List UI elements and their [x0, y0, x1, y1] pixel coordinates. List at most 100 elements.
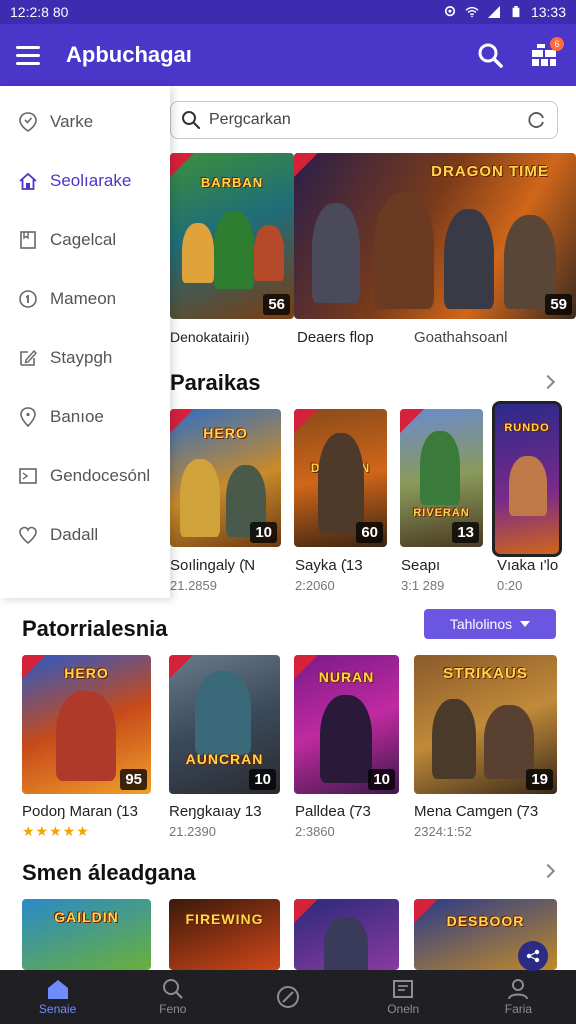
- rating-stars: ★★★★★: [22, 823, 90, 839]
- game-art-title: FIREWING: [185, 911, 264, 927]
- featured-number: 56: [263, 294, 290, 315]
- status-bar: 12:2:8 80 13:33: [0, 0, 576, 24]
- refresh-icon[interactable]: [527, 110, 547, 130]
- search-icon: [182, 111, 201, 130]
- section-title: Paraikas: [170, 370, 261, 395]
- chevron-right-icon[interactable]: [540, 863, 556, 879]
- game-number: 60: [356, 522, 383, 543]
- profile-icon: [508, 979, 529, 1000]
- featured-caption: Deaers flop: [297, 329, 374, 346]
- game-card[interactable]: RIVERAN 13: [400, 409, 483, 547]
- battery-icon: [512, 6, 520, 18]
- game-meta: 21.2859: [170, 578, 217, 593]
- drawer-item-label: Cagelcal: [50, 229, 117, 249]
- navigation-drawer: Varke Seolıarake Cagelcal Mameon Staypgh…: [0, 86, 170, 598]
- game-art-title: RUNDO: [504, 422, 550, 434]
- game-art-title: RIVERAN: [413, 507, 470, 519]
- nav-label: Feno: [159, 1002, 187, 1016]
- nav-home[interactable]: Senaie: [0, 970, 115, 1024]
- pin-icon: [20, 406, 36, 427]
- game-number: 19: [526, 769, 553, 790]
- featured-caption: Denokatairiı): [170, 329, 250, 345]
- featured-art-title: BARBAN: [200, 175, 264, 190]
- game-meta: 2324:1:52: [414, 824, 472, 839]
- game-card[interactable]: GAILDIN: [22, 899, 151, 970]
- phone-mockup-card[interactable]: RUNDO: [492, 401, 562, 557]
- game-art-title: STRIKAUS: [443, 665, 528, 682]
- game-card[interactable]: HERO 10: [170, 409, 281, 547]
- drawer-item-gendocesonl[interactable]: Gendocesónl: [0, 446, 170, 505]
- nav-search[interactable]: Feno: [115, 970, 230, 1024]
- drawer-item-label: Staypgh: [50, 347, 113, 367]
- home-icon: [47, 980, 68, 999]
- menu-button[interactable]: [16, 40, 46, 70]
- game-art-title: AUNCRAN: [185, 751, 264, 767]
- nav-label: Faria: [504, 1002, 533, 1016]
- search-input[interactable]: [209, 111, 527, 129]
- nav-leaf[interactable]: [230, 970, 345, 1024]
- drawer-item-cagelcal[interactable]: Cagelcal: [0, 210, 170, 269]
- search-icon: [478, 43, 503, 68]
- drawer-item-dadall[interactable]: Dadall: [0, 505, 170, 564]
- chevron-right-icon[interactable]: [540, 374, 556, 390]
- featured-caption: Goathahsoanl: [414, 329, 508, 346]
- game-meta: 21.2390: [169, 824, 216, 839]
- game-meta: 3:1 289: [401, 578, 445, 593]
- game-meta: 2:3860: [295, 824, 335, 839]
- edit-icon: [20, 349, 37, 366]
- library-icon: [393, 980, 414, 998]
- game-name: Podoŋ Maran (̇13: [22, 803, 138, 820]
- bottom-navigation: Senaie Feno Oneln Faria: [0, 970, 576, 1024]
- nav-label: Senaie: [38, 1002, 77, 1016]
- featured-art-title: DRAGON TIME: [431, 163, 549, 180]
- signal-icon: [487, 6, 500, 18]
- game-card[interactable]: [294, 899, 399, 970]
- image-icon: [19, 467, 37, 484]
- game-name: Reŋgkaıay 13: [169, 803, 262, 820]
- search-bar[interactable]: [170, 101, 558, 139]
- drawer-item-banioe[interactable]: Banıoe: [0, 387, 170, 446]
- status-time: 12:2:8 80: [10, 4, 69, 20]
- drawer-item-seoliarake[interactable]: Seolıarake: [0, 151, 170, 210]
- game-meta: 0:20: [497, 578, 523, 593]
- caret-down-icon: [520, 621, 531, 627]
- cart-button[interactable]: 6: [528, 37, 564, 71]
- game-card[interactable]: HERO 95: [22, 655, 151, 794]
- drawer-item-label: Banıoe: [50, 406, 104, 426]
- section-title: Patorrialesnia: [22, 616, 168, 641]
- drawer-item-mameon[interactable]: Mameon: [0, 269, 170, 328]
- game-art-title: GAILDIN: [54, 909, 119, 925]
- game-name: Soılingaly (̇N: [170, 557, 256, 574]
- filter-dropdown[interactable]: Tahlolinos: [424, 609, 556, 639]
- game-card[interactable]: DRAGON 60: [294, 409, 387, 547]
- game-card[interactable]: FIREWING: [169, 899, 280, 970]
- game-name: Vıaka ı'lo: [497, 557, 559, 574]
- game-name: Palldea (̇73: [295, 803, 371, 820]
- floating-action-button[interactable]: [518, 941, 548, 971]
- status-time-right: 13:33: [530, 4, 566, 20]
- nav-label: Oneln: [387, 1002, 420, 1016]
- drawer-item-label: Dadall: [50, 524, 99, 544]
- app-bar: Apbuchagaı 6: [0, 24, 576, 86]
- nav-profile[interactable]: Faria: [461, 970, 576, 1024]
- location-status-icon: [444, 6, 456, 17]
- game-card[interactable]: NURAN 10: [294, 655, 399, 794]
- search-button[interactable]: [474, 39, 506, 71]
- location-icon: [19, 111, 37, 132]
- featured-card-2[interactable]: DRAGON TIME 59: [294, 153, 576, 319]
- section-title: Smen áleadgana: [22, 860, 196, 885]
- game-name: Seapı: [401, 557, 441, 574]
- game-card[interactable]: AUNCRAN 10: [169, 655, 280, 794]
- nav-library[interactable]: Oneln: [346, 970, 461, 1024]
- game-number: 10: [250, 522, 277, 543]
- drawer-item-label: Mameon: [50, 288, 117, 308]
- game-card[interactable]: STRIKAUS 19: [414, 655, 557, 794]
- drawer-item-label: Varke: [50, 111, 94, 131]
- game-meta: 2:2060: [295, 578, 335, 593]
- featured-card-1[interactable]: BARBAN 56: [170, 153, 294, 319]
- drawer-item-label: Gendocesónl: [50, 465, 151, 485]
- drawer-item-varke[interactable]: Varke: [0, 92, 170, 151]
- home-icon: [19, 172, 37, 190]
- drawer-item-staypgh[interactable]: Staypgh: [0, 328, 170, 387]
- game-art-title: HERO: [64, 665, 109, 681]
